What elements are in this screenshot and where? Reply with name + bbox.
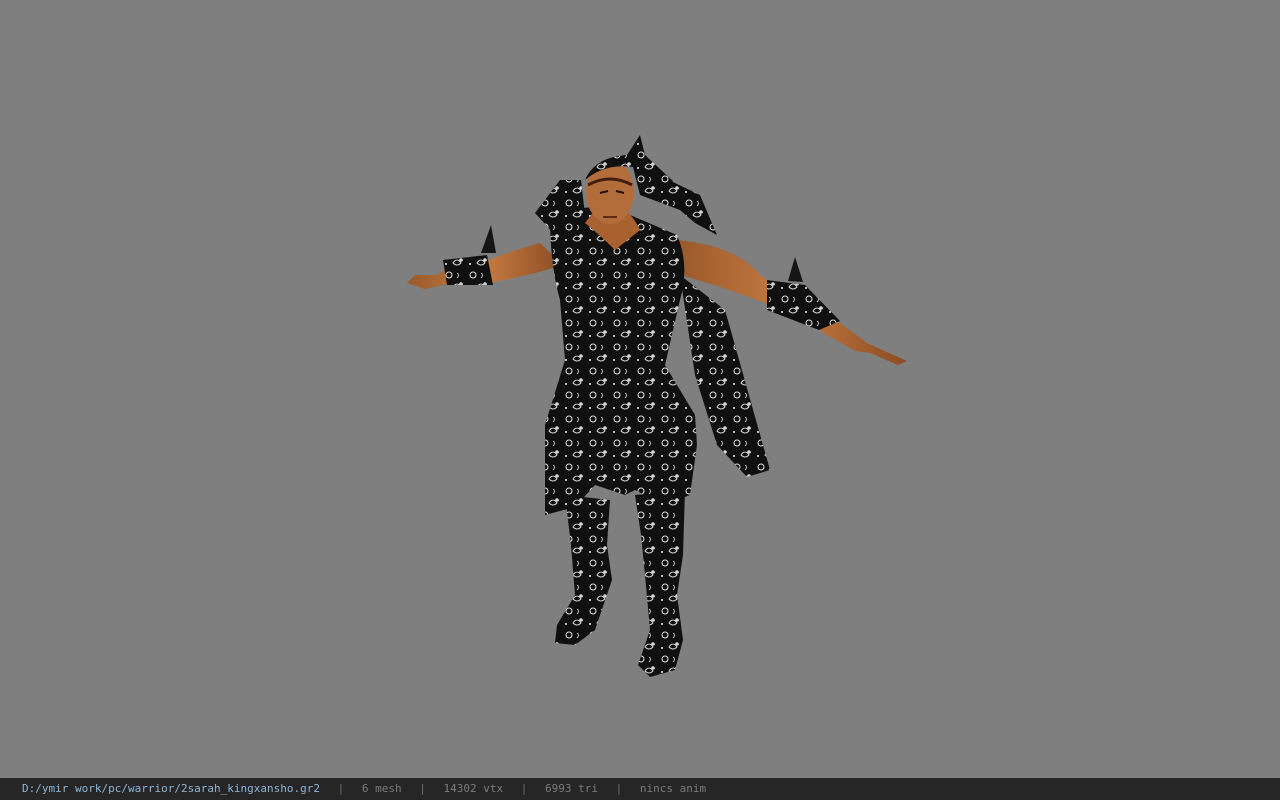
triangle-count: 6993 tri bbox=[545, 782, 598, 795]
separator: | bbox=[520, 782, 528, 795]
status-bar: D:/ymir work/pc/warrior/2sarah_kingxansh… bbox=[0, 778, 1280, 800]
separator: | bbox=[615, 782, 623, 795]
separator: | bbox=[337, 782, 345, 795]
character-model-icon[interactable] bbox=[395, 125, 920, 685]
mesh-count: 6 mesh bbox=[361, 782, 402, 795]
separator: | bbox=[419, 782, 426, 795]
model-viewport[interactable] bbox=[0, 0, 1280, 778]
file-path: D:/ymir work/pc/warrior/2sarah_kingxansh… bbox=[22, 782, 321, 795]
vertex-count: 14302 vtx bbox=[443, 782, 504, 795]
animation-status: nincs anim bbox=[639, 782, 707, 795]
